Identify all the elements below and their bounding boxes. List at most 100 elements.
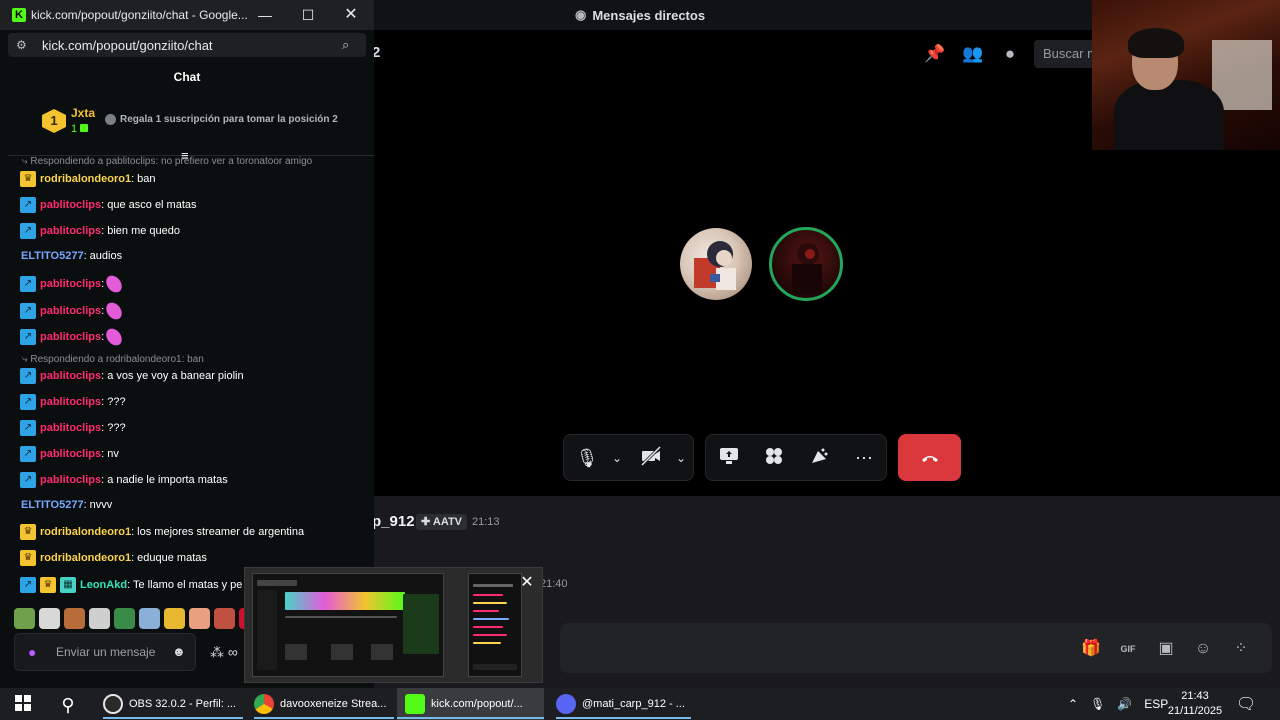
- activity-controls: ⋯: [705, 434, 887, 481]
- chat-username[interactable]: rodribalondeoro1: [40, 552, 131, 564]
- url-text[interactable]: kick.com/popout/gonziito/chat: [42, 38, 213, 53]
- chat-username[interactable]: LeonAkd: [80, 579, 127, 591]
- window-thumbnail-obs[interactable]: [252, 573, 444, 677]
- voice-icon[interactable]: ●: [28, 644, 36, 660]
- chat-text: : bien me quedo: [101, 225, 181, 237]
- window-thumbnail-kick[interactable]: [468, 573, 522, 677]
- emote-icon[interactable]: [214, 608, 235, 629]
- chevron-down-icon[interactable]: ⌄: [604, 445, 630, 471]
- emote-icon[interactable]: [139, 608, 160, 629]
- minimize-icon[interactable]: —: [255, 5, 275, 25]
- chat-username[interactable]: pablitoclips: [40, 331, 101, 343]
- chat-message: ↗ pablitoclips : bien me quedo: [20, 223, 180, 239]
- search-icon[interactable]: ⚲: [57, 694, 79, 716]
- search-icon[interactable]: ⌕: [342, 37, 349, 53]
- soundboard-icon[interactable]: [806, 445, 832, 471]
- close-icon[interactable]: ✕: [341, 5, 361, 25]
- system-tray: ⌃ 🎙 🔊 ESP: [1068, 688, 1168, 720]
- more-icon[interactable]: ⋯: [851, 445, 877, 471]
- emote-icon[interactable]: [89, 608, 110, 629]
- emote-icon[interactable]: [164, 608, 185, 629]
- site-settings-icon[interactable]: ⚙: [16, 38, 27, 52]
- kick-icon: [405, 694, 425, 714]
- chat-text: : ???: [101, 396, 126, 408]
- emoji-picker-icon[interactable]: ☻: [172, 644, 186, 659]
- taskbar-app-discord[interactable]: @mati_carp_912 - ...: [556, 688, 685, 720]
- emote-icon[interactable]: [114, 608, 135, 629]
- subscriber-badge-icon: ↗: [20, 276, 36, 292]
- obs-icon: [103, 694, 123, 714]
- webcam-overlay: [1092, 0, 1280, 150]
- chat-username[interactable]: pablitoclips: [40, 422, 101, 434]
- microphone-icon[interactable]: 🎙: [1090, 697, 1105, 711]
- chat-username[interactable]: rodribalondeoro1: [40, 173, 131, 185]
- mic-icon[interactable]: 🎙: [574, 445, 600, 471]
- user-profile-icon[interactable]: ●: [1000, 44, 1020, 64]
- screen-share-icon[interactable]: [716, 445, 742, 471]
- emote-icon[interactable]: [189, 608, 210, 629]
- taskbar-app-chrome[interactable]: davooxeneize Strea...: [254, 688, 386, 720]
- chevron-down-icon[interactable]: ⌄: [668, 445, 694, 471]
- chat-text: : audios: [83, 250, 123, 262]
- camera-off-icon[interactable]: [638, 445, 664, 471]
- team-badge-icon: ▦: [60, 577, 76, 593]
- taskbar-app-kick[interactable]: kick.com/popout/...: [405, 688, 523, 720]
- chat-username[interactable]: pablitoclips: [40, 225, 101, 237]
- emote-icon[interactable]: [39, 608, 60, 629]
- pin-icon[interactable]: 📌: [924, 44, 945, 64]
- chevron-up-icon[interactable]: ⌃: [1068, 697, 1078, 711]
- chat-text: : nvvv: [83, 499, 113, 511]
- maximize-icon[interactable]: ☐: [298, 5, 318, 25]
- top-gifter-name[interactable]: Jxta: [71, 106, 95, 120]
- chat-username[interactable]: pablitoclips: [40, 305, 101, 317]
- chat-username[interactable]: rodribalondeoro1: [40, 526, 131, 538]
- chat-message: ↗ pablitoclips : a vos ye voy a banear p…: [20, 368, 244, 384]
- kick-points-icon[interactable]: ⁂ ∞: [210, 644, 238, 661]
- language-indicator[interactable]: ESP: [1144, 697, 1168, 711]
- chat-text: : eduque matas: [131, 552, 207, 564]
- chat-username[interactable]: pablitoclips: [40, 396, 101, 408]
- gift-subscription-prompt[interactable]: Regala 1 suscripción para tomar la posic…: [105, 114, 338, 125]
- chat-text: : Te llamo el matas y pe: [127, 579, 243, 591]
- emote-icon[interactable]: [14, 608, 35, 629]
- windows-start-icon[interactable]: [12, 694, 34, 716]
- gift-icon: [105, 114, 116, 125]
- subscriber-badge-icon: ↗: [20, 420, 36, 436]
- emote-icon: [104, 326, 124, 348]
- chat-username[interactable]: pablitoclips: [40, 370, 101, 382]
- volume-icon[interactable]: 🔊: [1117, 697, 1132, 711]
- chat-text: : a vos ye voy a banear piolin: [101, 370, 244, 382]
- sticker-icon[interactable]: ▣: [1155, 638, 1177, 660]
- add-friends-icon[interactable]: 👥: [962, 44, 983, 64]
- chat-message: ♛ rodribalondeoro1 : eduque matas: [20, 550, 207, 566]
- message-author[interactable]: p_912: [372, 513, 415, 530]
- chat-username[interactable]: ELTITO5277: [21, 499, 84, 511]
- chat-username[interactable]: pablitoclips: [40, 199, 101, 211]
- taskbar-clock[interactable]: 21:43 21/11/2025: [1166, 688, 1224, 719]
- call-participant-avatar-speaking[interactable]: [769, 227, 843, 301]
- emote-icon[interactable]: [64, 608, 85, 629]
- activities-icon[interactable]: [761, 445, 787, 471]
- emote-icon: [104, 300, 124, 322]
- chat-message: ↗ pablitoclips : ???: [20, 394, 126, 410]
- chat-username[interactable]: pablitoclips: [40, 448, 101, 460]
- chat-message: ↗ pablitoclips : ???: [20, 420, 126, 436]
- crown-badge-icon: ♛: [40, 577, 56, 593]
- chat-text: :: [101, 331, 105, 343]
- chat-username[interactable]: ELTITO5277: [21, 250, 84, 262]
- close-icon[interactable]: ✕: [516, 572, 538, 594]
- gif-icon[interactable]: GIF: [1117, 638, 1139, 660]
- hangup-icon[interactable]: [898, 434, 961, 481]
- emoji-icon[interactable]: ☺: [1192, 638, 1214, 660]
- call-participant-avatar[interactable]: [680, 228, 752, 300]
- clock-time: 21:43: [1181, 690, 1209, 702]
- chat-message: ↗ pablitoclips : que asco el matas: [20, 197, 197, 213]
- chat-username[interactable]: pablitoclips: [40, 474, 101, 486]
- chat-text: : los mejores streamer de argentina: [131, 526, 305, 538]
- chat-username[interactable]: pablitoclips: [40, 278, 101, 290]
- crown-badge-icon: ♛: [20, 171, 36, 187]
- gift-icon[interactable]: 🎁: [1080, 638, 1102, 660]
- notification-icon[interactable]: 🗨: [1236, 694, 1256, 714]
- taskbar-app-obs[interactable]: OBS 32.0.2 - Perfil: ...: [103, 688, 236, 720]
- apps-icon[interactable]: ⁘: [1230, 638, 1252, 660]
